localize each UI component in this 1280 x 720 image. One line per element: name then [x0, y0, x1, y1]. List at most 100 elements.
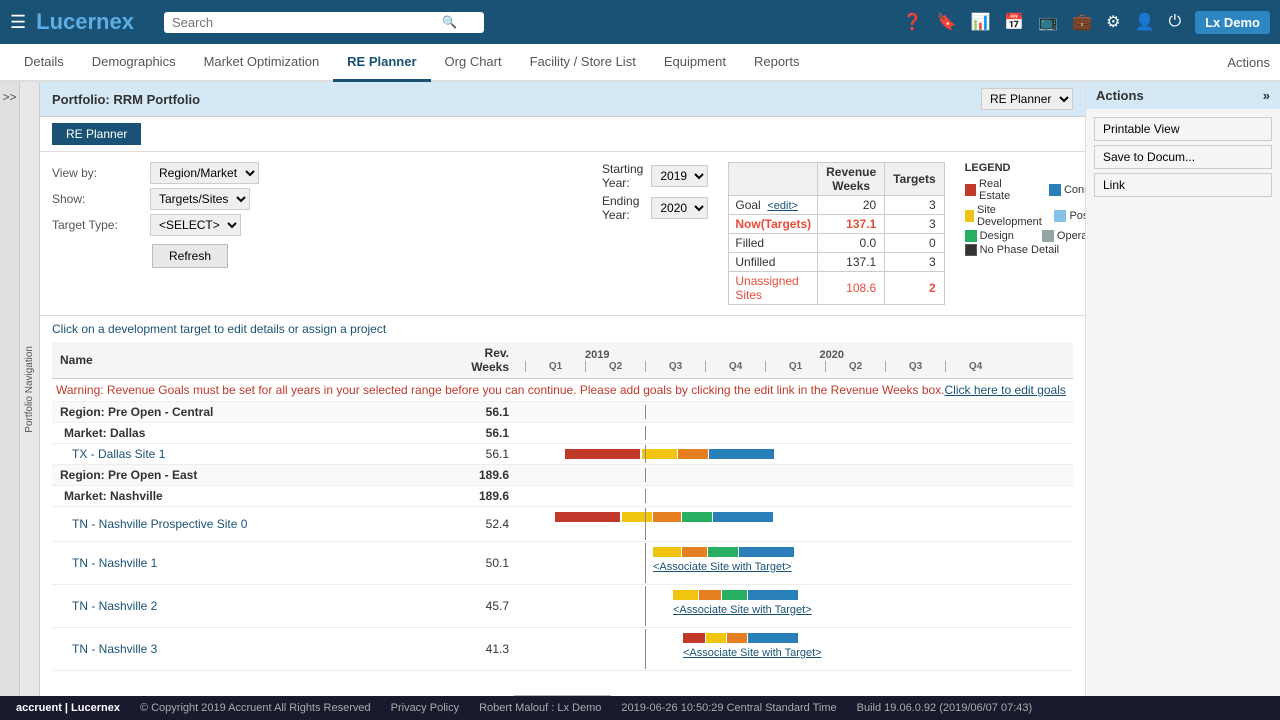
legend-operations: Operations — [1042, 230, 1085, 242]
rev-now-label: Now(Targets) — [729, 215, 818, 234]
target-type-select[interactable]: <SELECT> — [150, 214, 241, 236]
view-by-wrapper: Region/Market — [150, 162, 602, 184]
power-icon[interactable]: ⏻ — [1168, 13, 1181, 31]
footer: accruent | Lucernex © Copyright 2019 Acc… — [0, 696, 1280, 720]
ending-year-select[interactable]: 2020 — [651, 197, 708, 219]
associate-link-2[interactable]: <Associate Site with Target> — [673, 604, 812, 616]
nashville-1-gantt: <Associate Site with Target> — [517, 542, 1073, 585]
site-tn-nashville-1[interactable]: TN - Nashville 1 — [52, 542, 446, 585]
no-phase-label: No Phase Detail — [980, 244, 1060, 256]
nashville-2-rev: 45.7 — [446, 585, 517, 628]
controls-grid: View by: Region/Market Show: Targets/Sit… — [52, 162, 602, 236]
site-tx-dallas-1[interactable]: TX - Dallas Site 1 — [52, 444, 446, 465]
market-dallas-rev: 56.1 — [446, 423, 517, 444]
legend-design: Design — [965, 230, 1014, 242]
rev-row-goal: Goal <edit> 20 3 — [729, 196, 944, 215]
site-tn-nashville-2[interactable]: TN - Nashville 2 — [52, 585, 446, 628]
table-row: TN - Nashville Prospective Site 0 52.4 — [52, 507, 1073, 542]
monitor-icon[interactable]: 📺 — [1038, 12, 1058, 32]
chart-icon[interactable]: 📊 — [970, 12, 990, 32]
portfolio-title: Portfolio: RRM Portfolio — [52, 92, 200, 107]
help-icon[interactable]: ❓ — [903, 12, 923, 32]
sidebar-nav-label: Portfolio Navigation — [24, 346, 35, 433]
targets-header: Targets — [885, 163, 944, 196]
briefcase-icon[interactable]: 💼 — [1072, 12, 1092, 32]
tab-equipment[interactable]: Equipment — [650, 44, 740, 82]
user-icon[interactable]: 👤 — [1135, 12, 1155, 32]
show-select[interactable]: Targets/Sites — [150, 188, 250, 210]
user-label: Lx Demo — [1195, 11, 1270, 34]
legend-items: Real Estate Construction Site Developmen… — [965, 178, 1085, 256]
table-row: TX - Dallas Site 1 56.1 — [52, 444, 1073, 465]
calendar-icon[interactable]: 📅 — [1004, 12, 1024, 32]
tab-details[interactable]: Details — [10, 44, 78, 82]
planner-bar: RE Planner — [981, 88, 1073, 110]
legend-possession: Possession — [1054, 210, 1085, 222]
rev-goal-weeks: 20 — [818, 196, 885, 215]
tab-demographics[interactable]: Demographics — [78, 44, 190, 82]
associate-link-3[interactable]: <Associate Site with Target> — [683, 647, 822, 659]
tab-row: RE Planner — [40, 117, 1085, 152]
right-actions: Printable View Save to Docum... Link — [1086, 109, 1280, 205]
show-label: Show: — [52, 192, 142, 206]
legend-site-dev: Site Development — [965, 204, 1045, 228]
collapse-icon[interactable]: >> — [2, 90, 16, 104]
tab-re-planner[interactable]: RE Planner — [333, 44, 430, 82]
revenue-section: Revenue Weeks Targets Goal <edit> 20 3 N… — [728, 162, 944, 305]
region-central-gantt — [517, 402, 1073, 423]
nashville-1-rev: 50.1 — [446, 542, 517, 585]
add-targets-button[interactable]: Add Targets — [514, 695, 612, 696]
search-input[interactable] — [172, 15, 442, 30]
refresh-button[interactable]: Refresh — [152, 244, 228, 268]
ending-year-label: Ending Year: — [602, 194, 643, 222]
rev-row-now: Now(Targets) 137.1 3 — [729, 215, 944, 234]
no-phase-color — [965, 244, 977, 256]
footer-privacy[interactable]: Privacy Policy — [391, 702, 459, 714]
site-tn-nashville-3[interactable]: TN - Nashville 3 — [52, 628, 446, 671]
edit-goals-link[interactable]: Click here to edit goals — [945, 383, 1066, 397]
save-to-docum-button[interactable]: Save to Docum... — [1094, 145, 1272, 169]
settings-icon[interactable]: ⚙ — [1106, 12, 1120, 32]
view-by-label: View by: — [52, 166, 142, 180]
edit-goal-link[interactable]: <edit> — [767, 200, 798, 212]
possession-label: Possession — [1069, 210, 1085, 222]
planner-select[interactable]: RE Planner — [981, 88, 1073, 110]
printable-view-button[interactable]: Printable View — [1094, 117, 1272, 141]
rev-filled-weeks: 0.0 — [818, 234, 885, 253]
footer-brand: accruent | Lucernex — [16, 702, 120, 714]
legend-row-2: Site Development Possession — [965, 204, 1085, 228]
gantt-year2: 2020 — [819, 349, 843, 361]
gantt-q3: Q3 — [645, 361, 705, 372]
tab-reports[interactable]: Reports — [740, 44, 814, 82]
view-by-select[interactable]: Region/Market — [150, 162, 259, 184]
re-planner-tab-btn[interactable]: RE Planner — [52, 123, 141, 145]
col-rev-weeks: Rev.Weeks — [446, 342, 517, 379]
site-tn-nashville-0[interactable]: TN - Nashville Prospective Site 0 — [52, 507, 446, 542]
market-nashville-gantt — [517, 486, 1073, 507]
col-gantt: 2019 2020 Q1 Q2 Q3 Q4 Q1 Q2 — [517, 342, 1073, 379]
gantt-q5: Q1 — [765, 361, 825, 372]
sidebar-collapse[interactable]: >> — [0, 82, 20, 696]
tab-market-optimization[interactable]: Market Optimization — [190, 44, 334, 82]
footer-copyright: © Copyright 2019 Accruent All Rights Res… — [140, 702, 371, 714]
region-east-rev: 189.6 — [446, 465, 517, 486]
tab-facility-store-list[interactable]: Facility / Store List — [516, 44, 650, 82]
rev-weeks-header: Revenue Weeks — [818, 163, 885, 196]
actions-panel: Actions — [1227, 55, 1270, 70]
nashville-0-gantt — [517, 507, 1073, 542]
link-button[interactable]: Link — [1094, 173, 1272, 197]
add-targets-row: Add Targets — [52, 671, 1073, 697]
warning-row: Warning: Revenue Goals must be set for a… — [52, 379, 1073, 402]
sidebar-nav[interactable]: Portfolio Navigation — [20, 82, 40, 696]
legend-row-1: Real Estate Construction — [965, 178, 1085, 202]
rev-goal-label: Goal <edit> — [729, 196, 818, 215]
starting-year-select[interactable]: 2019 — [651, 165, 708, 187]
tab-org-chart[interactable]: Org Chart — [431, 44, 516, 82]
expand-icon[interactable]: » — [1263, 88, 1270, 103]
main-content: Portfolio: RRM Portfolio RE Planner RE P… — [40, 82, 1085, 696]
rev-unfilled-label: Unfilled — [729, 253, 818, 272]
hamburger-icon[interactable]: ☰ — [10, 12, 26, 33]
nashville-2-gantt: <Associate Site with Target> — [517, 585, 1073, 628]
associate-link-1[interactable]: <Associate Site with Target> — [653, 561, 792, 573]
bookmark-icon[interactable]: 🔖 — [937, 12, 957, 32]
